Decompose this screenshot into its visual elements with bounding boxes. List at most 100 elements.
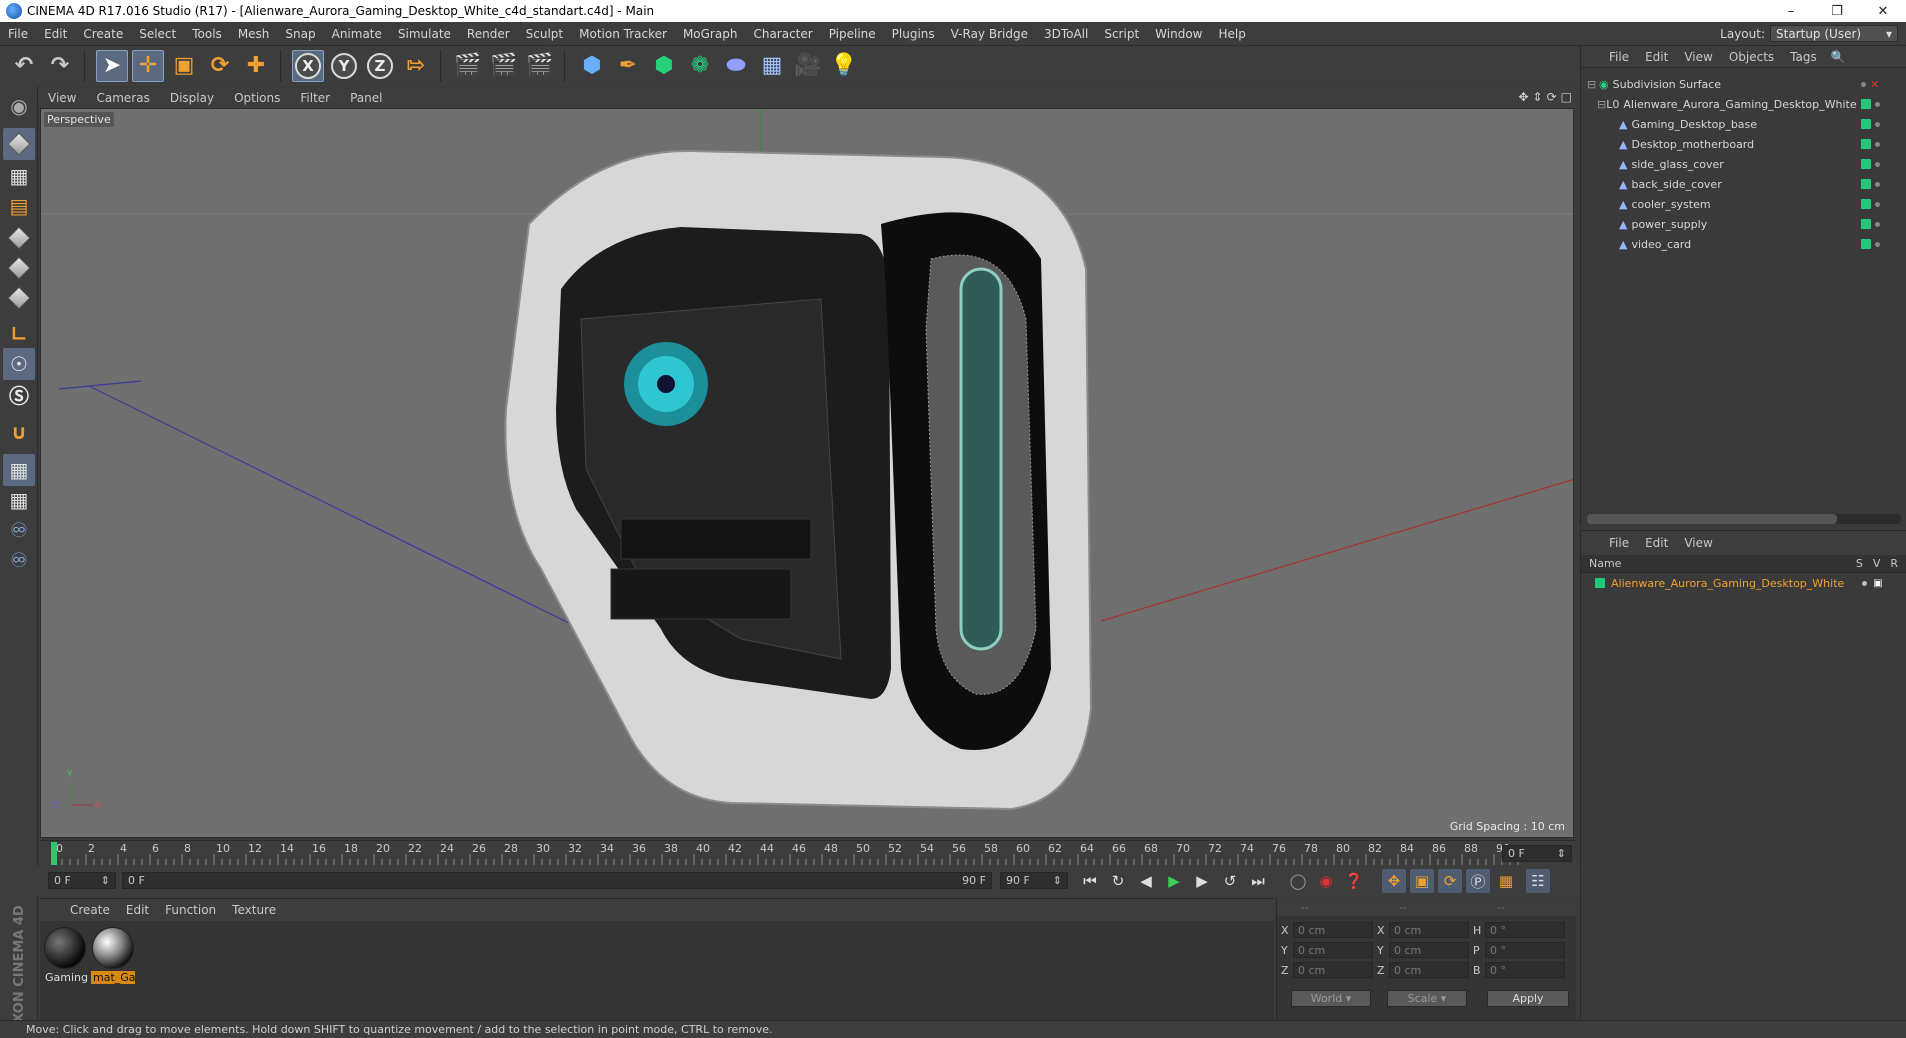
search-icon[interactable]: 🔍 [1831,50,1846,64]
magnet-button[interactable]: ∪ [3,416,35,448]
menu-3dtoall[interactable]: 3DToAll [1036,27,1096,41]
x-axis-lock-button[interactable]: X [292,50,324,82]
rotation-p-field[interactable]: 0 ° [1485,942,1565,958]
menu-vray-bridge[interactable]: V-Ray Bridge [943,27,1036,41]
next-key-button[interactable]: ↺ [1218,869,1242,893]
timeline-window-button[interactable]: ☷ [1526,869,1550,893]
restore-icon[interactable]: ❐ [1814,0,1860,22]
menu-snap[interactable]: Snap [277,27,323,41]
position-x-field[interactable]: 0 cm [1293,922,1373,938]
lm-menu-edit[interactable]: Edit [1637,536,1676,550]
menu-render[interactable]: Render [459,27,518,41]
horizontal-scrollbar[interactable] [1587,514,1901,524]
scrollbar-thumb[interactable] [1587,514,1837,524]
menu-script[interactable]: Script [1096,27,1147,41]
prev-frame-button[interactable]: ◀ [1134,869,1158,893]
tree-item-subdivision-surface[interactable]: ⊟ ◉ Subdivision Surface [1581,74,1849,94]
viewport-zoom-icon[interactable]: ⇕ [1533,90,1543,104]
points-mode-button[interactable] [3,222,35,254]
visibility-toggle[interactable]: ✕ [1849,74,1906,94]
lock-workplane-button[interactable]: ▦ [3,454,35,486]
material-mat-gar[interactable]: mat_Gar [90,927,136,984]
playhead-marker[interactable] [51,842,57,865]
move-tool-button[interactable]: ✛ [132,50,164,82]
visibility-toggle[interactable] [1849,234,1906,254]
minimize-icon[interactable]: – [1768,0,1814,22]
key-rotation-button[interactable]: ⟳ [1438,869,1462,893]
tree-item-side-glass-cover[interactable]: ▲ side_glass_cover [1581,154,1849,174]
keyframe-selection-button[interactable]: ❓ [1342,869,1366,893]
key-position-button[interactable]: ✥ [1382,869,1406,893]
python-script-button[interactable]: ♾ [3,544,35,576]
tree-item-desktop-motherboard[interactable]: ▲ Desktop_motherboard [1581,134,1849,154]
key-param-button[interactable]: Ⓟ [1466,869,1490,893]
goto-end-button[interactable]: ⏭ [1246,869,1270,893]
viewport-move-icon[interactable]: ✥ [1518,90,1528,104]
play-button[interactable]: ▶ [1162,869,1186,893]
solo-dot-icon[interactable] [1862,580,1868,586]
goto-start-button[interactable]: ⏮ [1078,869,1102,893]
layer-row[interactable]: Alienware_Aurora_Gaming_Desktop_White ▣ [1581,573,1906,593]
lm-menu-view[interactable]: View [1676,536,1720,550]
menu-tools[interactable]: Tools [184,27,230,41]
workplane-mode-button[interactable]: ▤ [3,190,35,222]
visibility-toggle[interactable] [1849,174,1906,194]
undo-button[interactable]: ↶ [8,50,40,82]
viewport-menu-panel[interactable]: Panel [340,91,392,105]
viewport-rotate-icon[interactable]: ⟳ [1547,90,1557,104]
menu-plugins[interactable]: Plugins [884,27,943,41]
om-menu-file[interactable]: File [1601,50,1637,64]
visibility-toggle[interactable] [1849,194,1906,214]
viewport-menu-cameras[interactable]: Cameras [86,91,159,105]
add-subdivision-button[interactable]: ⬢ [648,50,680,82]
menu-mograph[interactable]: MoGraph [675,27,746,41]
scale-tool-button[interactable]: ▣ [168,50,200,82]
record-keys-button[interactable]: ◯ [1286,869,1310,893]
size-mode-dropdown[interactable]: Scale ▾ [1387,990,1467,1007]
next-frame-button[interactable]: ▶ [1190,869,1214,893]
menu-motion-tracker[interactable]: Motion Tracker [571,27,675,41]
material-gaming[interactable]: Gaming [42,927,88,984]
lm-menu-file[interactable]: File [1601,536,1637,550]
menu-character[interactable]: Character [745,27,820,41]
texture-mode-button[interactable]: ▦ [3,160,35,192]
menu-window[interactable]: Window [1147,27,1210,41]
size-y-field[interactable]: 0 cm [1389,942,1469,958]
prev-key-button[interactable]: ↻ [1106,869,1130,893]
layout-dropdown[interactable]: Startup (User) ▾ [1770,25,1898,42]
visibility-toggle[interactable] [1849,114,1906,134]
tree-item-video-card[interactable]: ▲ video_card [1581,234,1849,254]
material-menu-edit[interactable]: Edit [118,903,157,917]
timeline-ruler[interactable]: 0 2 4 6 8 10 12 14 16 18 20 22 24 26 28 30 32 34 36 38 40 42 4… [40,840,1576,866]
viewport-menu-view[interactable]: View [38,91,86,105]
tree-item-alienware-group[interactable]: ⊟ L0 Alienware_Aurora_Gaming_Desktop_White [1581,94,1857,114]
om-menu-objects[interactable]: Objects [1721,50,1782,64]
position-z-field[interactable]: 0 cm [1293,962,1373,978]
add-floor-button[interactable]: ▦ [756,50,788,82]
menu-simulate[interactable]: Simulate [390,27,459,41]
menu-file[interactable]: File [0,27,36,41]
material-menu-function[interactable]: Function [157,903,224,917]
viewport-menu-display[interactable]: Display [160,91,224,105]
view-monitor-icon[interactable]: ▣ [1873,578,1882,589]
menu-pipeline[interactable]: Pipeline [821,27,884,41]
om-menu-view[interactable]: View [1676,50,1720,64]
polygons-mode-button[interactable] [3,282,35,314]
viewport-menu-options[interactable]: Options [224,91,290,105]
add-light-button[interactable]: 💡 [828,50,860,82]
edges-mode-button[interactable] [3,252,35,284]
menu-help[interactable]: Help [1210,27,1253,41]
live-selection-button[interactable]: ➤ [96,50,128,82]
apply-button[interactable]: Apply [1487,990,1569,1007]
render-view-button[interactable]: 🎬 [452,50,484,82]
size-z-field[interactable]: 0 cm [1389,962,1469,978]
add-spline-button[interactable]: ✒ [612,50,644,82]
viewport-menu-filter[interactable]: Filter [290,91,340,105]
tree-item-cooler-system[interactable]: ▲ cooler_system [1581,194,1849,214]
last-tool-button[interactable]: ✚ [240,50,272,82]
rotate-tool-button[interactable]: ⟳ [204,50,236,82]
rotation-h-field[interactable]: 0 ° [1485,922,1565,938]
size-x-field[interactable]: 0 cm [1389,922,1469,938]
visibility-toggle[interactable] [1849,94,1906,114]
material-menu-texture[interactable]: Texture [224,903,284,917]
